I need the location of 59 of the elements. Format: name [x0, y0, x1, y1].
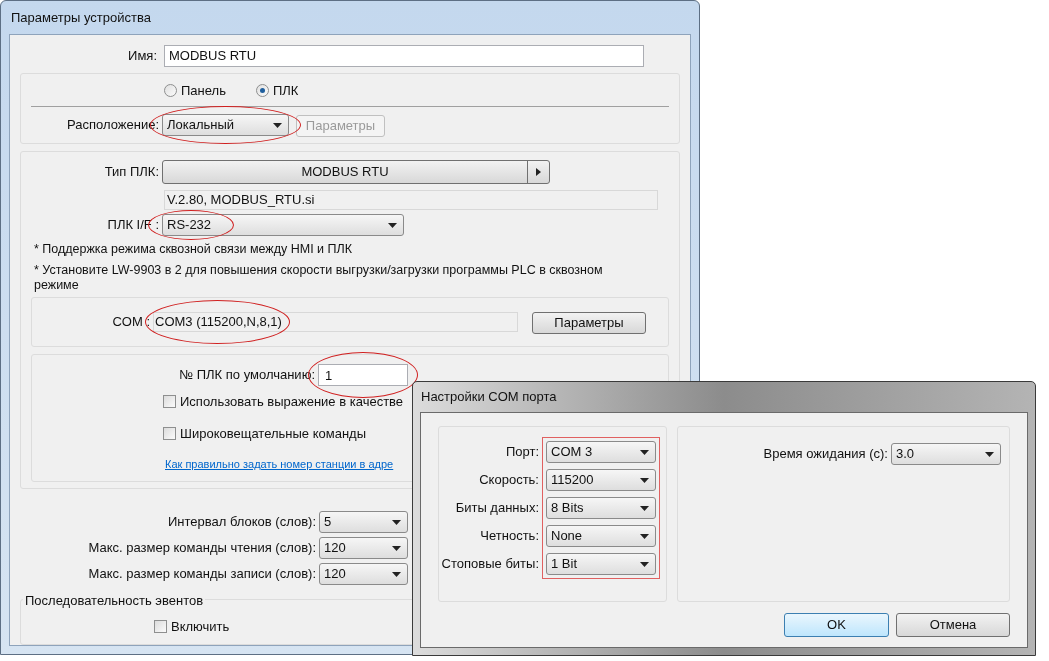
caret-icon [985, 451, 994, 457]
dropdown[interactable]: 115200 [546, 469, 656, 491]
radio-label: Панель [181, 81, 226, 100]
field-label: Интервал блоков (слов): [166, 513, 317, 532]
help-link[interactable]: Как правильно задать номер станции в адре [165, 458, 394, 470]
dropdown[interactable]: 1 Bit [546, 553, 656, 575]
checkbox[interactable] [163, 426, 176, 440]
field-label: Макс. размер команды чтения (слов): [87, 539, 317, 558]
checkbox[interactable] [163, 395, 176, 409]
station-number-field[interactable]: 1 [318, 364, 408, 386]
field-label: COM : [111, 313, 151, 332]
dropdown[interactable]: 8 Bits [546, 497, 656, 519]
note-text: * Поддержка режима сквозной связи между HMI и ПЛК [34, 242, 354, 257]
radio-button[interactable] [255, 83, 269, 97]
checkbox-label: Включить [171, 617, 230, 636]
field-label: Биты данных: [455, 499, 540, 518]
dropdown[interactable]: Локальный [162, 114, 289, 136]
dropdown[interactable]: 120 [319, 537, 408, 559]
dropdown[interactable]: 3.0 [891, 443, 1001, 465]
caret-icon [273, 122, 282, 128]
button[interactable]: OK [784, 613, 889, 637]
dropdown[interactable]: 120 [319, 563, 408, 585]
field-label: Порт: [505, 443, 540, 462]
checkbox-label: Широковещательные команды [180, 424, 366, 443]
field-label: Стоповые биты: [441, 555, 540, 574]
version-text: V.2.80, MODBUS_RTU.si [167, 191, 315, 210]
checkbox-label: Использовать выражение в качестве [180, 393, 404, 411]
caret-icon [392, 545, 401, 551]
caret-icon [640, 533, 649, 539]
dialog-title: Настройки COM порта [421, 388, 557, 407]
window-title: Параметры устройства [11, 8, 151, 27]
field-label: Макс. размер команды записи (слов): [87, 565, 317, 584]
caret-icon [640, 505, 649, 511]
button[interactable]: Отмена [896, 613, 1010, 637]
caret-icon [640, 477, 649, 483]
field-label: Тип ПЛК: [103, 163, 160, 182]
arrow-right-icon [536, 168, 541, 176]
caret-icon [640, 561, 649, 567]
caret-icon [392, 571, 401, 577]
field-label: Четность: [480, 527, 540, 546]
caret-icon [640, 449, 649, 455]
dropdown[interactable]: COM 3 [546, 441, 656, 463]
radio-button[interactable] [164, 83, 177, 97]
caret-icon [388, 222, 397, 228]
dropdown[interactable]: 5 [319, 511, 408, 533]
caret-icon [392, 519, 401, 525]
field-label: Время ожидания (с): [763, 445, 889, 464]
dropdown[interactable]: None [546, 525, 656, 547]
note-text: * Установите LW-9903 в 2 для повышения скорости выгрузки/загрузки программы PLC в сквозном режиме [34, 263, 604, 293]
checkbox[interactable] [154, 619, 167, 633]
radio-label: ПЛК [272, 81, 299, 100]
button[interactable]: Параметры [532, 311, 646, 334]
name-field[interactable]: MODBUS RTU [164, 44, 644, 67]
field-label: ПЛК I/F : [106, 216, 160, 235]
dropdown[interactable]: RS-232 [162, 214, 404, 236]
field-label: Скорость: [479, 471, 540, 490]
com-settings-field: COM3 (115200,N,8,1) [153, 312, 518, 332]
field-label: Имя: [127, 46, 158, 65]
plc-type-button[interactable]: MODBUS RTU [162, 160, 550, 184]
